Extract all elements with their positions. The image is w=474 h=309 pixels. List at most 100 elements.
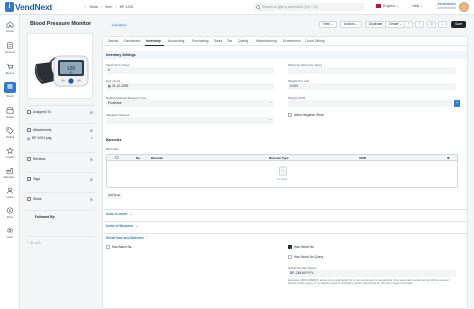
- end-of-life-field[interactable]: ▦31-12-2099: [106, 83, 274, 90]
- tab-purchasing[interactable]: Purchasing: [192, 39, 209, 43]
- bp-monitor-image: 120 80: [28, 34, 92, 98]
- has-batch-no-checkbox[interactable]: [106, 245, 110, 249]
- create-button[interactable]: Create ⌄: [385, 21, 407, 28]
- divider: [27, 105, 95, 106]
- weight-per-unit-field[interactable]: 0.000: [288, 83, 456, 90]
- rail-item-price[interactable]: $ Price: [0, 207, 20, 219]
- flag-icon: [376, 4, 381, 8]
- heart-icon[interactable]: ♡: [27, 241, 30, 245]
- print-button[interactable]: ⎙: [427, 21, 436, 28]
- serial-series-field[interactable]: BP-.DM.MYYYY.-: [288, 270, 456, 277]
- valuation-method-select[interactable]: [106, 116, 274, 124]
- rail-item-stock[interactable]: ▦ Stock: [0, 82, 20, 98]
- help-menu[interactable]: Help ⌄: [412, 4, 423, 8]
- divider: [103, 221, 467, 222]
- divider: [27, 123, 95, 124]
- avatar[interactable]: [459, 2, 469, 12]
- chevron-down-icon: ⌄: [420, 4, 424, 8]
- rail-item-account[interactable]: Account: [0, 42, 20, 54]
- add-review-icon[interactable]: ⊕: [90, 157, 93, 162]
- remove-attachment-icon[interactable]: ✕: [90, 136, 93, 140]
- tags-row[interactable]: Tags ⊕: [27, 177, 95, 186]
- empty-state-icon: [279, 166, 287, 176]
- app-logo[interactable]: i VendNext: [5, 2, 52, 12]
- add-row-button[interactable]: Add Row: [106, 193, 123, 199]
- rail-item-selling[interactable]: Selling: [0, 127, 20, 139]
- auto-reorder-heading[interactable]: Auto re-order ⌄: [106, 212, 466, 218]
- inventory-settings-heading[interactable]: Inventory Settings: [106, 53, 466, 59]
- rail-item-retail[interactable]: Retail: [0, 107, 20, 119]
- rail-label: Stock: [6, 94, 14, 98]
- next-record-button[interactable]: ›: [415, 21, 424, 28]
- has-serial-no-checkbox[interactable]: [288, 245, 292, 250]
- tab-tax[interactable]: Tax: [227, 39, 232, 43]
- barcodes-heading[interactable]: Barcodes: [106, 138, 466, 144]
- item-image[interactable]: 120 80: [27, 33, 93, 99]
- units-of-measure-heading[interactable]: Units of Measure ⌄: [106, 224, 466, 230]
- tab-quality[interactable]: Quality: [238, 39, 248, 43]
- tab-sales[interactable]: Sales: [214, 39, 222, 43]
- rail-label: Home: [6, 29, 14, 33]
- tab-accounting[interactable]: Accounting: [168, 39, 184, 43]
- serial-batches-heading[interactable]: Serial Nos and Batches ⌃: [106, 236, 466, 242]
- tab-ecommerce[interactable]: Ecommerce: [283, 39, 301, 43]
- col-no: No.: [136, 156, 141, 161]
- review-icon: [27, 157, 31, 161]
- rail-item-core[interactable]: Core: [0, 227, 20, 239]
- status-badge: ● Enabled: [110, 22, 128, 28]
- save-label: Save: [455, 22, 463, 26]
- select-all-checkbox[interactable]: [115, 155, 119, 159]
- save-button[interactable]: Save: [451, 21, 467, 28]
- rail-label: Manufac...: [3, 175, 17, 179]
- warranty-field[interactable]: [288, 67, 456, 74]
- tag-icon: [6, 127, 14, 134]
- duplicate-button[interactable]: Duplicate: [365, 21, 387, 28]
- default-mr-type-select[interactable]: Purchase: [106, 99, 274, 107]
- cart-icon: [6, 63, 14, 70]
- grid-settings-icon[interactable]: ⚙: [447, 156, 450, 160]
- tab-inventory[interactable]: Inventory: [146, 39, 161, 43]
- breadcrumb-record[interactable]: BP-1001: [120, 5, 134, 9]
- likes-count: 0: [30, 241, 33, 245]
- user-info[interactable]: Administrator Administrator: [430, 2, 456, 10]
- more-icon: ⋯: [440, 22, 445, 26]
- view-button[interactable]: View ⌄: [319, 21, 338, 28]
- add-attachment-icon[interactable]: ⊕: [90, 128, 93, 133]
- prev-record-button[interactable]: ‹: [404, 21, 413, 28]
- divider: [27, 172, 95, 173]
- has-serial-no-query-checkbox[interactable]: [288, 255, 292, 259]
- add-assign-icon[interactable]: ⊕: [90, 110, 93, 115]
- reviews-row[interactable]: Reviews ⊕: [27, 157, 95, 166]
- rail-item-loyalty[interactable]: Loyalty: [0, 147, 20, 159]
- rail-item-buying[interactable]: Buying: [0, 63, 20, 75]
- rail-item-home[interactable]: Home: [0, 21, 20, 33]
- tab-dashboard[interactable]: Dashboard: [124, 39, 140, 43]
- language-selector[interactable]: English ⌄: [376, 4, 399, 8]
- barcodes-grid-label: Barcodes: [106, 147, 119, 151]
- shelf-life-field[interactable]: 0: [106, 67, 274, 74]
- add-tag-icon[interactable]: ⊕: [90, 177, 93, 182]
- rail-item-users[interactable]: Users: [0, 187, 20, 199]
- add-weight-uom-button[interactable]: +: [454, 100, 460, 107]
- breadcrumb-stock[interactable]: Stock: [89, 5, 98, 9]
- share-row[interactable]: Share ⊕: [27, 197, 95, 206]
- users-icon: [6, 187, 14, 194]
- has-serial-no-label: Has Serial No: [294, 245, 314, 249]
- attachment-file[interactable]: ▤ BP-1001.png ✕: [27, 136, 95, 145]
- breadcrumb-item[interactable]: Item: [105, 5, 112, 9]
- search-input[interactable]: Search or type a command (Ctrl + G): [254, 3, 364, 11]
- tab-details[interactable]: Details: [108, 39, 118, 43]
- add-share-icon[interactable]: ⊕: [90, 197, 93, 202]
- actions-button[interactable]: Actions ⌄: [340, 21, 363, 28]
- tab-cross-selling[interactable]: Cross Selling: [305, 39, 324, 43]
- more-button[interactable]: ⋯: [438, 21, 447, 28]
- allow-negative-stock-checkbox[interactable]: [288, 113, 292, 117]
- followed-by-label: Followed By: [35, 215, 55, 219]
- assigned-to-row[interactable]: Assigned To ⊕: [27, 110, 95, 119]
- comment-icon[interactable]: ▭: [35, 241, 38, 245]
- weight-uom-field[interactable]: [288, 100, 453, 107]
- rail-label: Price: [6, 215, 14, 219]
- rail-item-manufacturing[interactable]: Manufac...: [0, 167, 20, 179]
- auto-reorder-label: Auto re-order: [106, 212, 128, 216]
- tab-manufacturing[interactable]: Manufacturing: [256, 39, 277, 43]
